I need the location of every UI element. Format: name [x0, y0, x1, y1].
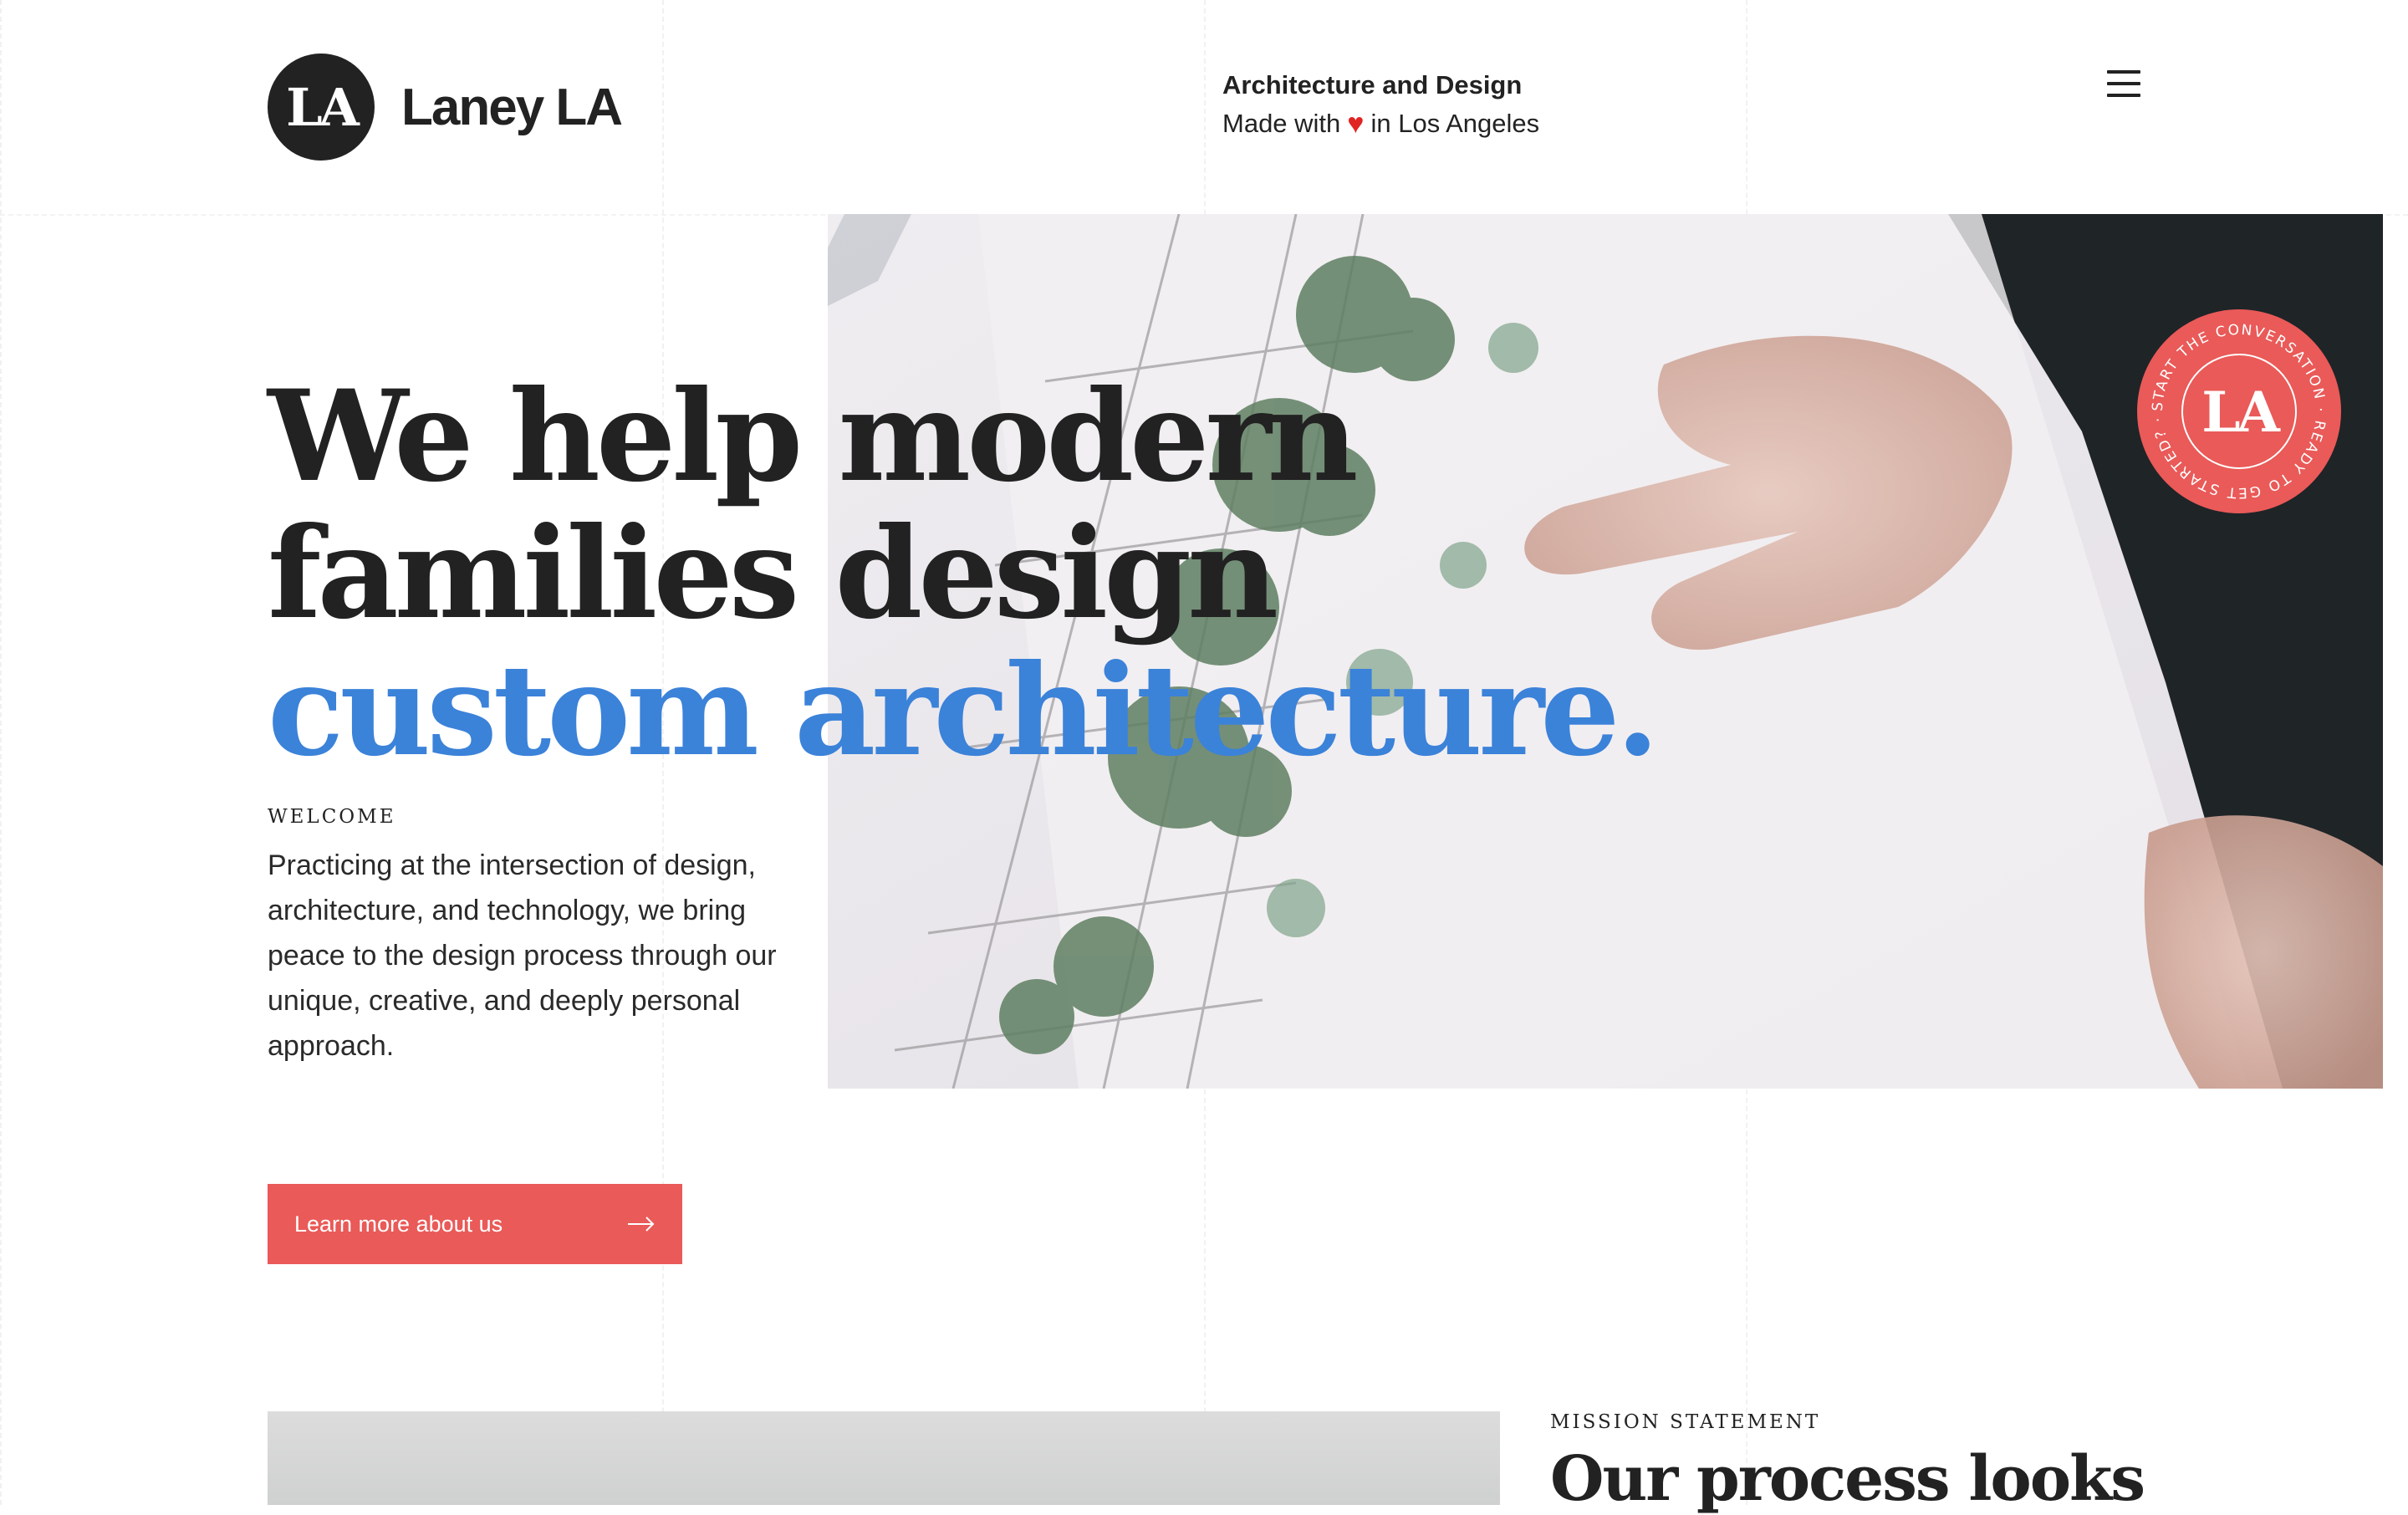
arrow-right-icon — [628, 1217, 655, 1232]
badge-mark: LA — [2201, 380, 2280, 445]
headline-line-2: families design — [268, 500, 1278, 647]
mission-title: Our process looks — [1550, 1443, 2145, 1515]
site-logo[interactable]: LA Laney LA — [268, 54, 623, 161]
mission-image — [268, 1411, 1500, 1505]
header-tagline: Architecture and Design Made with ♥ in L… — [1222, 67, 1539, 144]
tagline-title: Architecture and Design — [1222, 70, 1523, 99]
learn-more-button[interactable]: Learn more about us — [268, 1184, 682, 1264]
brand-name: Laney LA — [401, 78, 623, 136]
headline-line-1: We help modern — [268, 363, 1359, 510]
start-conversation-badge[interactable]: START THE CONVERSATION · READY TO GET ST… — [2137, 309, 2341, 513]
welcome-eyebrow: WELCOME — [268, 806, 396, 828]
badge-ring: START THE CONVERSATION · READY TO GET ST… — [2150, 322, 2327, 501]
logo-mark-text: LA — [286, 76, 360, 138]
location-text: in Los Angeles — [1370, 109, 1540, 138]
hamburger-menu-icon[interactable] — [2107, 70, 2140, 99]
headline-accent: custom architecture. — [268, 637, 1660, 784]
made-with-text: Made with — [1222, 109, 1341, 138]
intro-paragraph: Practicing at the intersection of design… — [268, 849, 777, 1062]
logo-mark: LA — [268, 54, 375, 161]
tagline-subtitle: Made with ♥ in Los Angeles — [1222, 104, 1539, 144]
grid-line — [0, 0, 2, 1505]
mission-eyebrow: MISSION STATEMENT — [1550, 1411, 1821, 1433]
learn-more-label: Learn more about us — [294, 1211, 503, 1237]
hero-headline: We help modern families design custom ar… — [268, 363, 1660, 784]
heart-icon: ♥ — [1347, 108, 1365, 140]
